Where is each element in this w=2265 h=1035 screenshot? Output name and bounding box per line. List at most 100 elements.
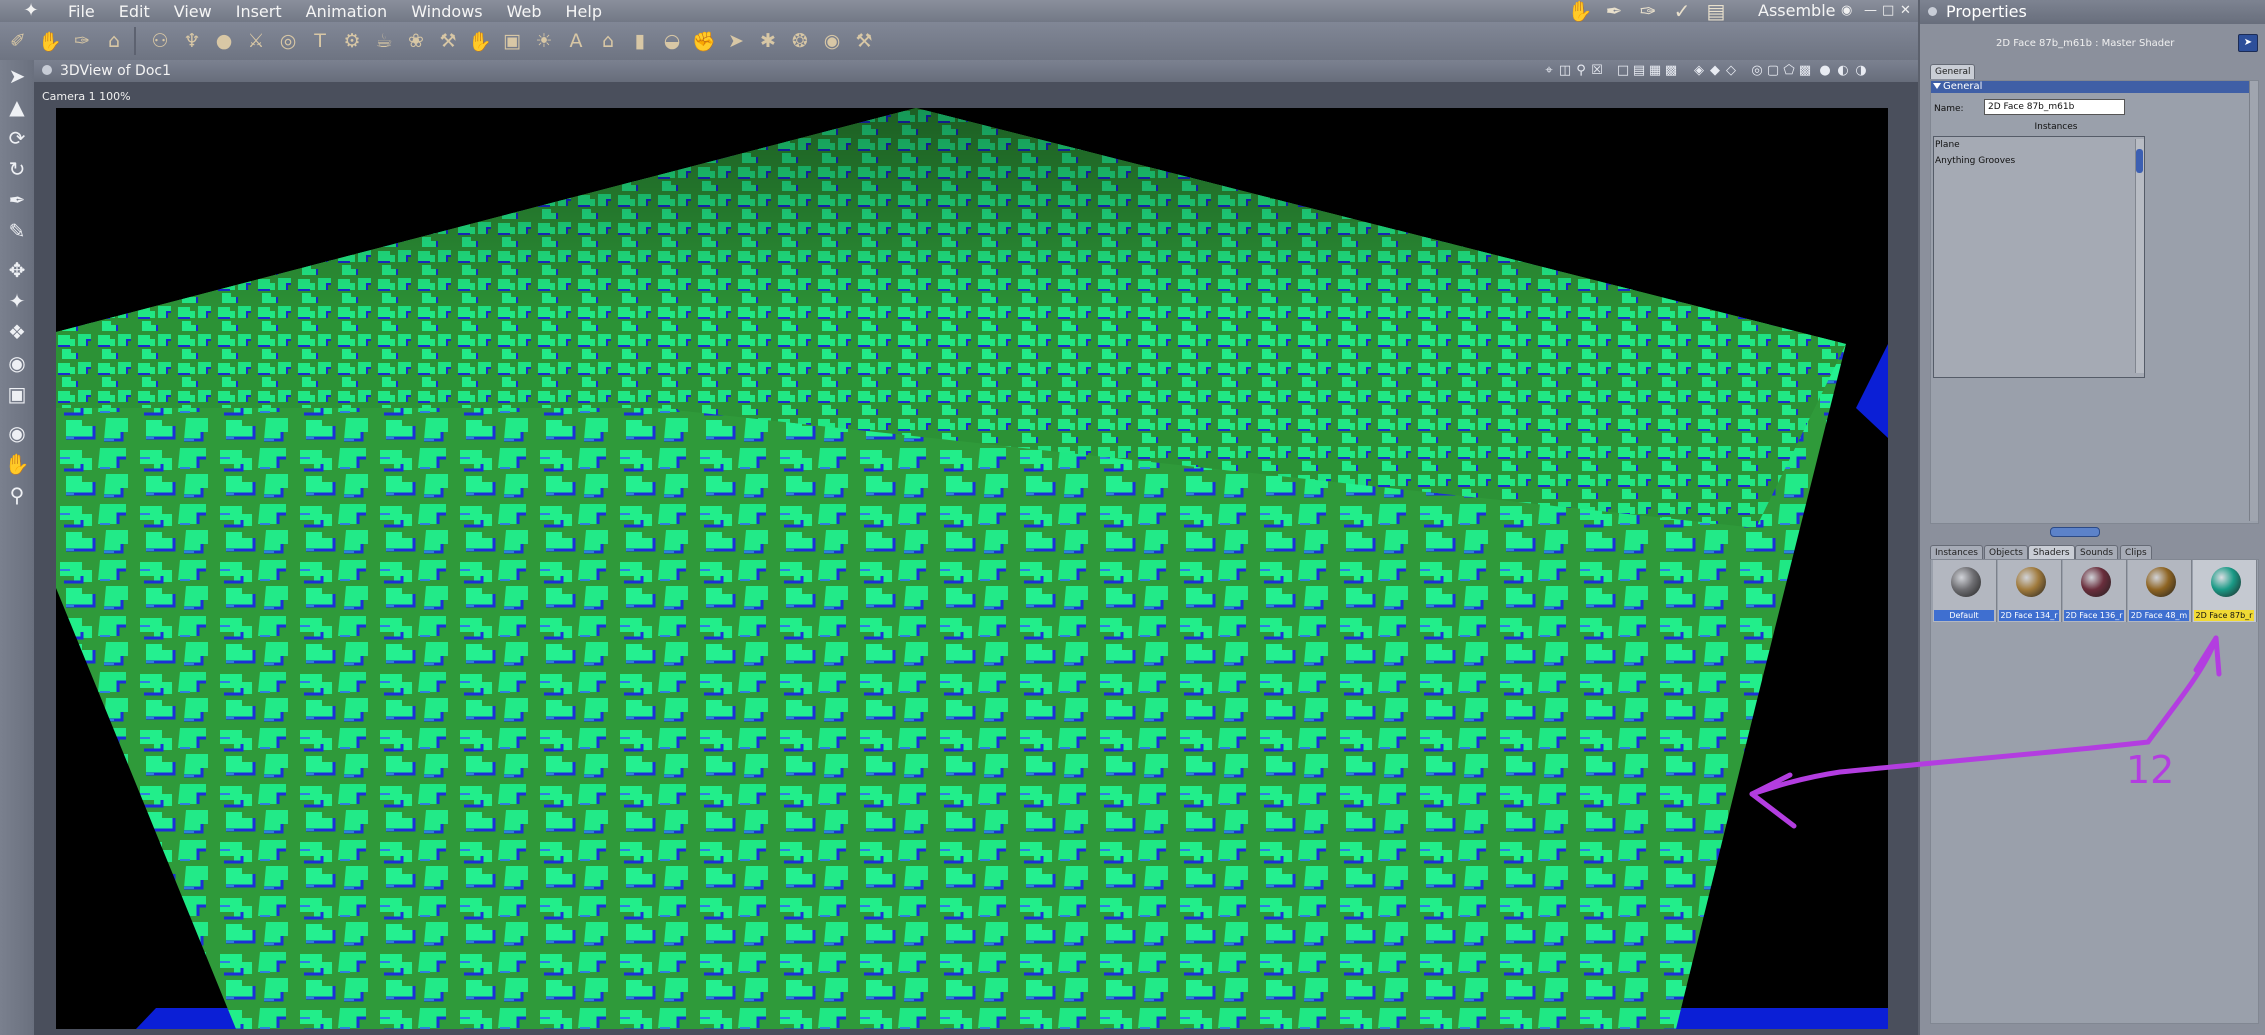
scale-icon[interactable]: ❖	[0, 316, 34, 347]
menu-help[interactable]: Help	[554, 2, 614, 21]
shaded-sphere-icon[interactable]: ●	[1816, 62, 1834, 80]
sphere-target-icon[interactable]: ◉	[818, 27, 846, 55]
shader-swatch[interactable]: 2D Face 136_r	[2063, 560, 2127, 622]
tab-objects[interactable]: Objects	[1984, 545, 2029, 560]
collapse-triangle-icon[interactable]	[1933, 83, 1941, 89]
select-tool-icon[interactable]: ✐	[4, 27, 32, 55]
twist-icon[interactable]: ↻	[0, 153, 34, 184]
tab-instances[interactable]: Instances	[1930, 545, 1983, 560]
shader-label: 2D Face 48_m	[2129, 610, 2189, 621]
menu-file[interactable]: File	[56, 2, 107, 21]
shader-swatch[interactable]: Default	[1933, 560, 1997, 622]
orbit-icon[interactable]: ◉	[0, 347, 34, 378]
general-section-header[interactable]: General	[1931, 81, 2258, 93]
pen-tool-icon[interactable]: ✎	[0, 215, 34, 246]
tab-sounds[interactable]: Sounds	[2075, 545, 2119, 560]
brush-tool-icon[interactable]: ✒	[0, 184, 34, 215]
bottle-icon[interactable]: ▮	[626, 27, 654, 55]
text-icon[interactable]: T	[306, 27, 334, 55]
direct-select-icon[interactable]: ▲	[0, 91, 34, 122]
zoom-icon[interactable]: ⚲	[0, 479, 34, 510]
render-sphere-icon[interactable]: ◑	[1852, 62, 1870, 80]
menu-animation[interactable]: Animation	[294, 2, 400, 21]
instances-list[interactable]: Plane Anything Grooves	[1933, 136, 2145, 378]
eye-icon[interactable]: ◉	[1841, 0, 1852, 22]
cube-icon[interactable]: ▣	[498, 27, 526, 55]
menu-view[interactable]: View	[162, 2, 224, 21]
smooth-sphere-icon[interactable]: ◐	[1834, 62, 1852, 80]
app-logo-icon[interactable]: ✦	[20, 0, 42, 22]
draw-tool-icon[interactable]: ✑	[68, 27, 96, 55]
glove-icon[interactable]: ✊	[690, 27, 718, 55]
gear-icon[interactable]: ⚙	[338, 27, 366, 55]
open-shader-icon[interactable]: ➤	[2238, 34, 2258, 52]
close-view-icon[interactable]: ☒	[1588, 62, 1606, 80]
hand-icon[interactable]: ✋	[1565, 0, 1595, 22]
tab-clips[interactable]: Clips	[2120, 545, 2152, 560]
instances-scrollbar[interactable]	[2135, 139, 2144, 373]
lamp-icon[interactable]: ♆	[178, 27, 206, 55]
cup-icon[interactable]: ☕	[370, 27, 398, 55]
name-field[interactable]: 2D Face 87b_m61b	[1984, 99, 2125, 115]
sofa-icon[interactable]: ⌂	[100, 27, 128, 55]
move-xyz-icon[interactable]: ✦	[0, 285, 34, 316]
camera-label: Camera 1 100%	[42, 90, 131, 103]
tab-general[interactable]: General	[1930, 64, 1976, 79]
layers-icon[interactable]: ▣	[0, 378, 34, 409]
hand-tool-icon[interactable]: ✋	[36, 27, 64, 55]
cube-icon[interactable]: ▤	[1701, 0, 1731, 22]
library-tabs: Instances Objects Shaders Sounds Clips	[1930, 543, 2257, 560]
pin-icon[interactable]: ⚒	[850, 27, 878, 55]
move-icon[interactable]: ✥	[0, 254, 34, 285]
tab-shaders[interactable]: Shaders	[2028, 545, 2075, 560]
scroll-thumb[interactable]	[2136, 149, 2143, 173]
minimize-icon[interactable]: —	[1864, 0, 1877, 22]
panel-splitter[interactable]	[2050, 527, 2100, 537]
quad-layout-icon[interactable]: ▩	[1662, 62, 1680, 80]
sphere-icon[interactable]: ●	[210, 27, 238, 55]
pot-icon[interactable]: ◒	[658, 27, 686, 55]
brush-icon[interactable]: ✒	[1599, 0, 1629, 22]
toolbar-separator	[134, 27, 136, 55]
list-item[interactable]: Plane	[1934, 137, 2144, 153]
hand-icon[interactable]: ✋	[466, 27, 494, 55]
maximize-icon[interactable]: □	[1882, 0, 1894, 22]
panel-menu-icon[interactable]	[1928, 7, 1937, 16]
instances-label: Instances	[2034, 122, 2078, 132]
camera-icon[interactable]: ◉	[0, 417, 34, 448]
shaded-cube-icon[interactable]: ▩	[1796, 62, 1814, 80]
bow-icon[interactable]: ❀	[402, 27, 430, 55]
3d-viewport[interactable]: Camera 1 100%	[34, 82, 1918, 1035]
network-icon[interactable]: ❂	[786, 27, 814, 55]
pointer-icon[interactable]: ➤	[722, 27, 750, 55]
sun-icon[interactable]: ☀	[530, 27, 558, 55]
shader-swatch[interactable]: 2D Face 134_r	[1998, 560, 2062, 622]
ring-icon[interactable]: ◎	[274, 27, 302, 55]
list-item[interactable]: Anything Grooves	[1934, 153, 2144, 169]
menu-windows[interactable]: Windows	[399, 2, 494, 21]
shader-swatch[interactable]: 2D Face 48_m	[2128, 560, 2192, 622]
properties-scrollbar[interactable]	[2249, 81, 2258, 521]
pan-hand-icon[interactable]: ✋	[0, 448, 34, 479]
pen-icon[interactable]: ✑	[1633, 0, 1663, 22]
agi-icon[interactable]: A	[562, 27, 590, 55]
wrench-icon[interactable]: ⚒	[434, 27, 462, 55]
scene-canvas[interactable]	[56, 108, 1888, 1029]
house-icon[interactable]: ⌂	[594, 27, 622, 55]
close-icon[interactable]: ✕	[1900, 0, 1911, 22]
menu-web[interactable]: Web	[495, 2, 554, 21]
menu-edit[interactable]: Edit	[107, 2, 162, 21]
light-icon[interactable]: ✓	[1667, 0, 1697, 22]
properties-panel: Properties 2D Face 87b_m61b : Master Sha…	[1918, 0, 2265, 1035]
view-menu-icon[interactable]	[42, 65, 52, 75]
room-label: Assemble	[1758, 1, 1836, 20]
group-icon[interactable]: ⚇	[146, 27, 174, 55]
menu-insert[interactable]: Insert	[224, 2, 294, 21]
spider-icon[interactable]: ✱	[754, 27, 782, 55]
rotate-icon[interactable]: ⟳	[0, 122, 34, 153]
arrow-select-icon[interactable]: ➤	[0, 60, 34, 91]
shader-swatch-selected[interactable]: 2D Face 87b_r	[2193, 560, 2257, 622]
figure-icon[interactable]: ⚔	[242, 27, 270, 55]
render-mode-3-icon[interactable]: ◇	[1722, 62, 1740, 80]
shader-library: Default 2D Face 134_r 2D Face 136_r 2D F…	[1930, 559, 2259, 1024]
